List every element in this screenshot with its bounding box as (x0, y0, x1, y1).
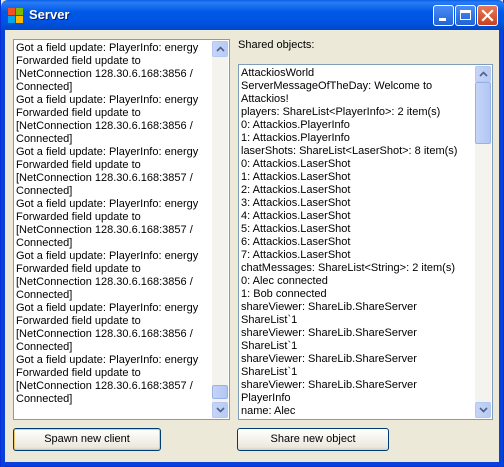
share-new-object-button[interactable]: Share new object (237, 428, 389, 451)
server-window: Server Got a field update: PlayerInfo: e… (0, 0, 504, 467)
maximize-icon (460, 10, 471, 20)
shared-objects-label: Shared objects: (238, 39, 315, 51)
window-frame-bottom (1, 462, 504, 466)
title-bar[interactable]: Server (1, 0, 504, 30)
log-scroll-thumb[interactable] (212, 385, 228, 399)
chevron-up-icon (479, 71, 488, 77)
log-textbox[interactable]: Got a field update: PlayerInfo: energy F… (13, 39, 230, 420)
window-frame-right (499, 30, 503, 467)
chevron-down-icon (216, 407, 225, 413)
shared-objects-textbox[interactable]: AttackiosWorld ServerMessageOfTheDay: We… (238, 64, 493, 420)
window-title: Server (29, 7, 70, 22)
shared-scroll-down-button[interactable] (475, 402, 491, 418)
minimize-button[interactable] (433, 5, 454, 26)
log-scroll-down-button[interactable] (212, 402, 228, 418)
app-window-icon (8, 8, 23, 23)
minimize-icon (439, 18, 446, 21)
maximize-button[interactable] (455, 5, 476, 26)
spawn-new-client-button[interactable]: Spawn new client (13, 428, 161, 451)
log-scroll-up-button[interactable] (212, 41, 228, 57)
close-button[interactable] (477, 5, 498, 26)
close-icon (481, 9, 494, 22)
shared-objects-scrollbar[interactable] (475, 66, 491, 418)
log-scrollbar[interactable] (212, 41, 228, 418)
log-text: Got a field update: PlayerInfo: energy F… (16, 42, 199, 405)
chevron-down-icon (479, 407, 488, 413)
shared-objects-text: AttackiosWorld ServerMessageOfTheDay: We… (241, 67, 458, 417)
shared-scroll-up-button[interactable] (475, 66, 491, 82)
shared-scroll-thumb[interactable] (475, 82, 491, 144)
window-frame-left (1, 30, 5, 467)
chevron-up-icon (216, 46, 225, 52)
